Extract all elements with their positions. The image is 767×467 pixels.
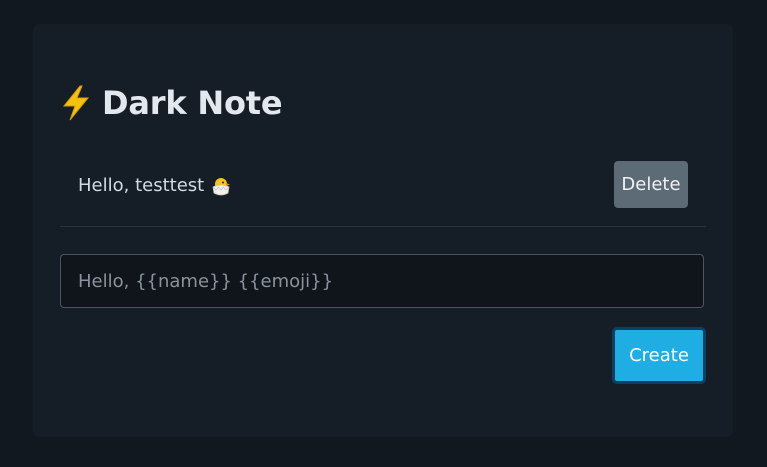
page-title: Dark Note — [60, 82, 283, 124]
delete-button[interactable]: Delete — [614, 161, 688, 208]
app-title: Dark Note — [102, 84, 283, 122]
note-template-input[interactable] — [60, 254, 704, 308]
note-card: Dark Note Hello, testtest Delete Create — [33, 24, 733, 437]
lightning-bolt-icon — [62, 85, 90, 121]
hatching-chick-icon — [212, 178, 231, 196]
note-item: Hello, testtest Delete — [60, 161, 706, 227]
create-button[interactable]: Create — [612, 327, 706, 384]
note-text: Hello, testtest — [78, 175, 205, 196]
note-text-container: Hello, testtest — [78, 174, 232, 198]
